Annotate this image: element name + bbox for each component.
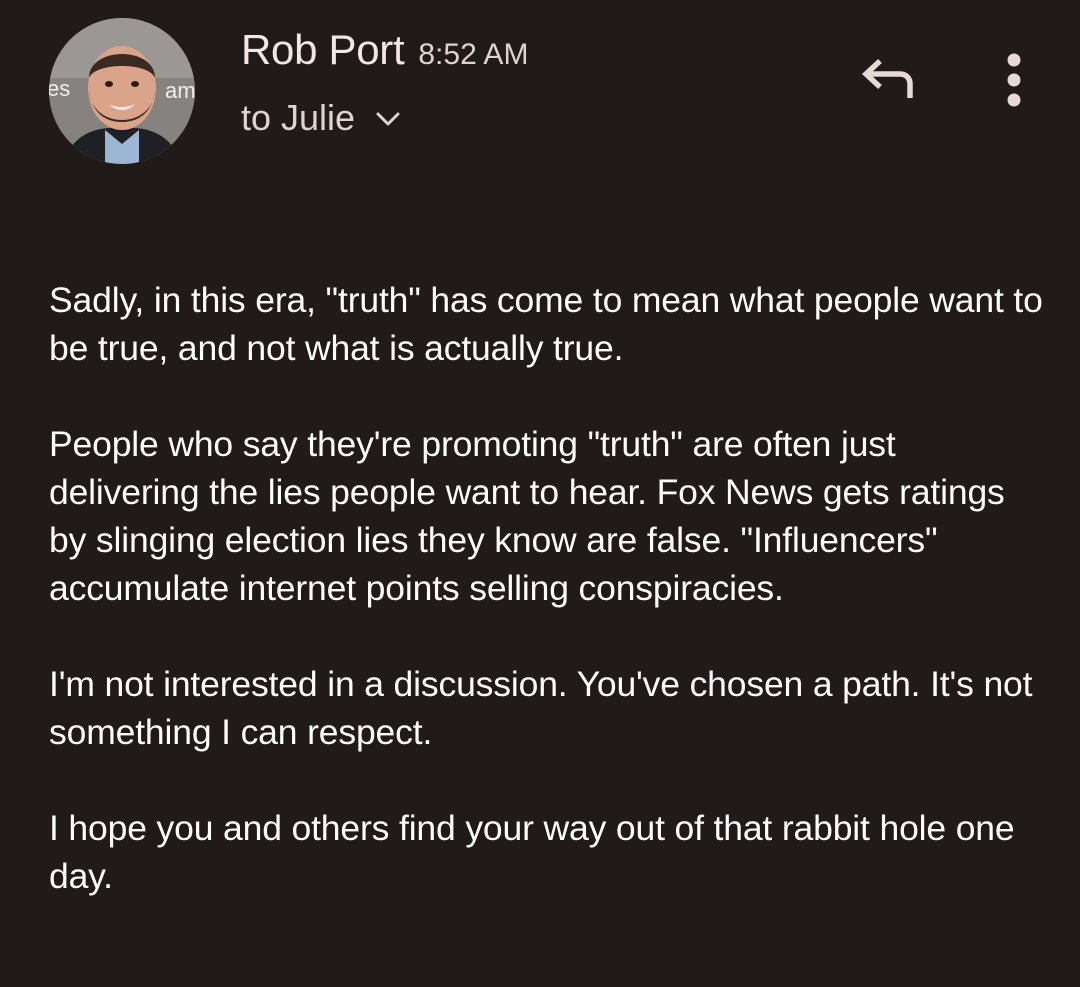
more-options-button[interactable] (994, 50, 1034, 116)
body-paragraph: I hope you and others find your way out … (49, 808, 1015, 896)
sender-avatar[interactable]: es am (49, 18, 195, 164)
recipient-details-toggle[interactable]: to Julie (241, 97, 401, 139)
message-time: 8:52 AM (418, 38, 529, 71)
more-vertical-icon (1007, 53, 1021, 107)
avatar-caption-left: es (49, 76, 70, 101)
avatar-caption-right: am (165, 78, 195, 103)
message-body: Sadly, in this era, "truth" has come to … (49, 276, 1049, 900)
recipient-label: to Julie (241, 97, 356, 138)
chevron-down-icon (375, 110, 401, 133)
avatar-photo: es am (49, 18, 195, 164)
reply-icon (861, 58, 913, 98)
email-message-view: es am Rob Port 8:52 AM to Julie Sadly, i… (0, 0, 1080, 987)
sender-name[interactable]: Rob Port (241, 26, 405, 74)
body-paragraph: Sadly, in this era, "truth" has come to … (49, 280, 1043, 368)
body-paragraph: People who say they're promoting "truth"… (49, 424, 1005, 608)
sender-line: Rob Port 8:52 AM (241, 26, 528, 74)
body-paragraph: I'm not interested in a discussion. You'… (49, 664, 1033, 752)
reply-button[interactable] (858, 54, 918, 110)
